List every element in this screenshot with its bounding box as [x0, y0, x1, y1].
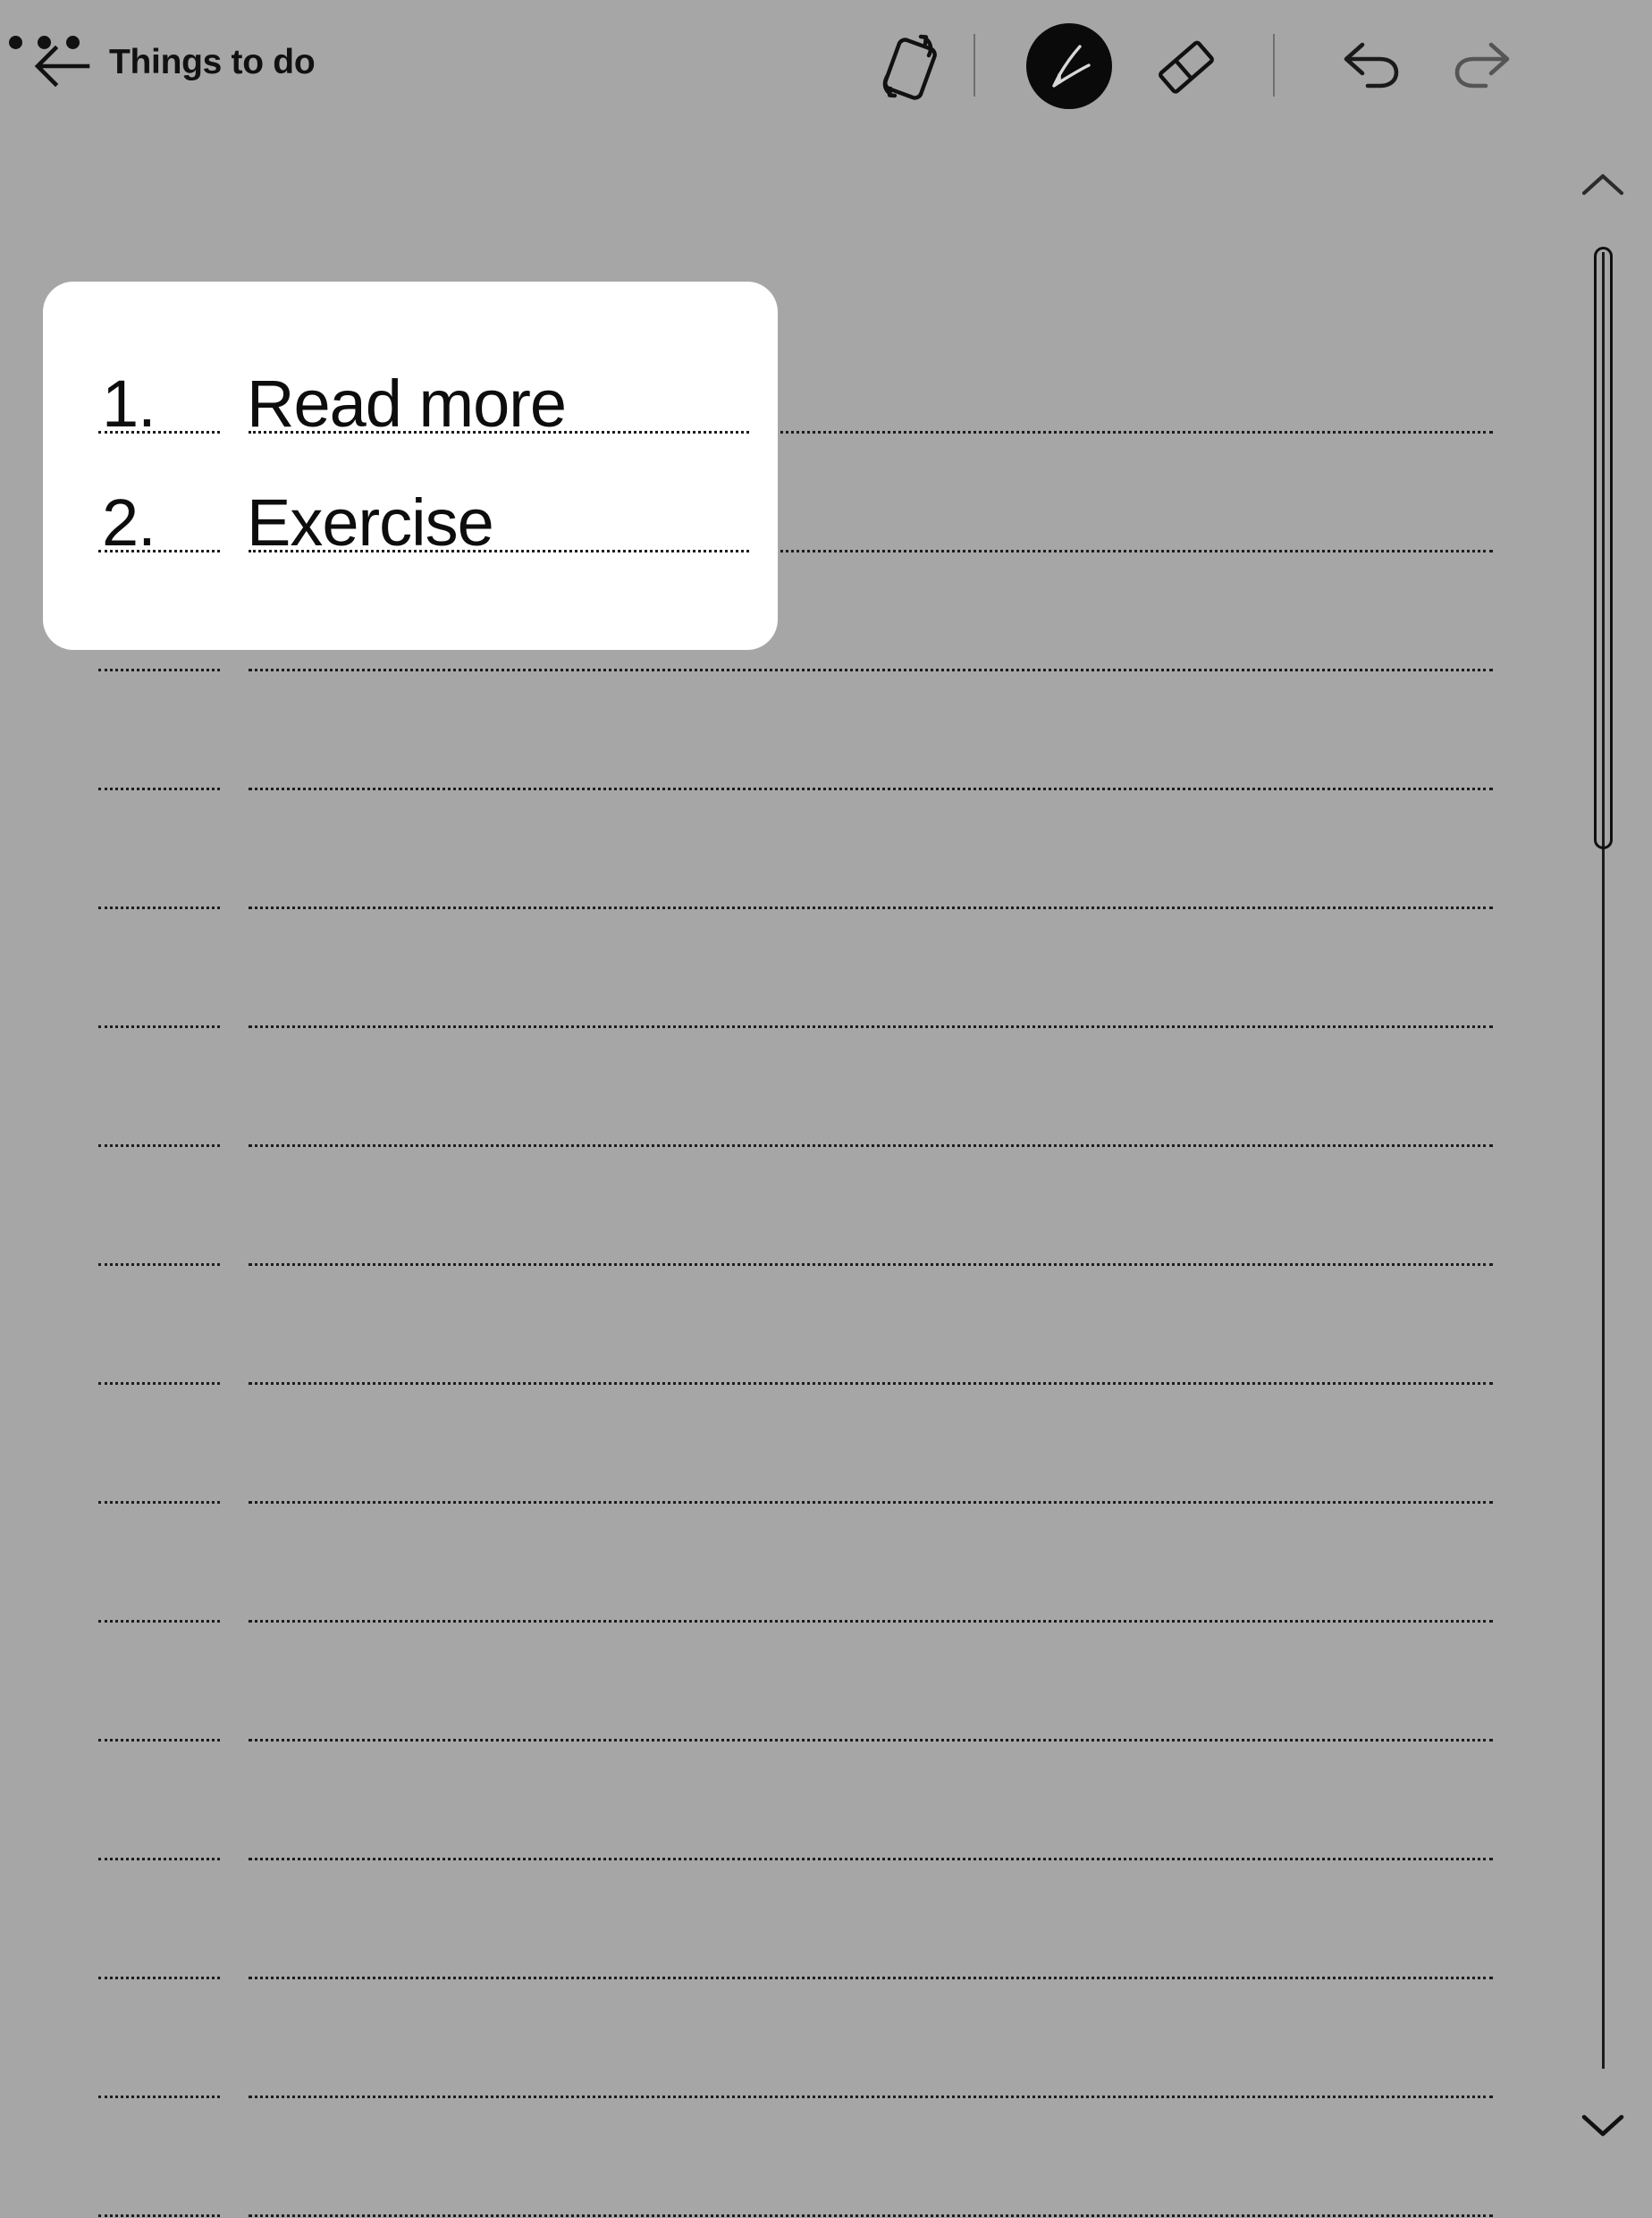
pen-tool-button[interactable] [1026, 23, 1112, 109]
rule-text-segment [249, 1144, 1493, 1147]
ruled-line [0, 1263, 1652, 1267]
note-card[interactable]: 1. Read more 2. Exercise [43, 282, 778, 650]
ruled-line [0, 2214, 1652, 2218]
more-options-icon [9, 36, 80, 49]
chevron-up-icon [1563, 159, 1643, 213]
rule-number-segment [98, 907, 220, 909]
rule-number-segment [98, 1025, 220, 1028]
eraser-tool-button[interactable] [1142, 23, 1228, 109]
rule-number-segment [98, 1382, 220, 1385]
ruled-line [0, 1144, 1652, 1148]
rule-number-segment [98, 788, 220, 790]
rotate-screen-button[interactable] [864, 23, 950, 109]
rule-number-segment [98, 669, 220, 671]
scrollbar[interactable] [1555, 134, 1652, 2202]
ruled-line [0, 1025, 1652, 1029]
rule-text-segment [249, 1263, 1493, 1266]
list-item-number: 2. [102, 490, 156, 556]
rule-number-segment [98, 2096, 220, 2098]
ruled-line [0, 669, 1652, 672]
rule-text-segment [249, 2214, 1493, 2217]
scroll-down-button[interactable] [1563, 2097, 1643, 2151]
rule-number-segment [98, 2214, 220, 2217]
list-item-number: 1. [102, 371, 156, 437]
rule-text-segment [249, 1501, 1493, 1504]
note-canvas[interactable]: 1. Read more 2. Exercise [0, 134, 1652, 2202]
undo-button[interactable] [1328, 23, 1414, 109]
rule-number-segment [98, 1739, 220, 1742]
rule-text-segment [249, 788, 1493, 790]
toolbar-divider [974, 34, 975, 97]
rule-text-segment [249, 1620, 1493, 1623]
list-item-text: Read more [247, 371, 566, 437]
ruled-line [0, 1620, 1652, 1623]
rule-number-segment [98, 1858, 220, 1860]
rule-number-segment [98, 1501, 220, 1504]
rule-text-segment [249, 1977, 1493, 1979]
rotate-screen-icon [864, 23, 950, 109]
undo-icon [1328, 23, 1414, 109]
page-title: Things to do [109, 43, 315, 82]
ruled-line [0, 1501, 1652, 1505]
rule-number-segment [98, 1263, 220, 1266]
toolbar-divider [1273, 34, 1275, 97]
ruled-line [0, 1382, 1652, 1386]
toolbar: Things to do [0, 0, 1652, 134]
list-item-text: Exercise [247, 490, 493, 556]
scrollbar-thumb[interactable] [1594, 247, 1613, 849]
pen-icon [1044, 41, 1094, 91]
scroll-up-button[interactable] [1563, 159, 1643, 213]
rule-text-segment [249, 669, 1493, 671]
eraser-icon [1142, 23, 1228, 109]
chevron-down-icon [1563, 2097, 1643, 2151]
ruled-line [0, 1858, 1652, 1861]
redo-icon [1439, 23, 1525, 109]
ruled-line [0, 907, 1652, 910]
rule-text-segment [249, 1858, 1493, 1860]
ruled-line [0, 1977, 1652, 1980]
ruled-line [0, 2096, 1652, 2099]
rule-number-segment [98, 1977, 220, 1979]
rule-number-segment [98, 1620, 220, 1623]
rule-text-segment [249, 1025, 1493, 1028]
rule-text-segment [249, 2096, 1493, 2098]
rule-number-segment [98, 1144, 220, 1147]
redo-button[interactable] [1439, 23, 1525, 109]
rule-text-segment [249, 1382, 1493, 1385]
rule-text-segment [249, 907, 1493, 909]
ruled-line [0, 1739, 1652, 1742]
ruled-line [0, 788, 1652, 791]
rule-text-segment [249, 1739, 1493, 1742]
